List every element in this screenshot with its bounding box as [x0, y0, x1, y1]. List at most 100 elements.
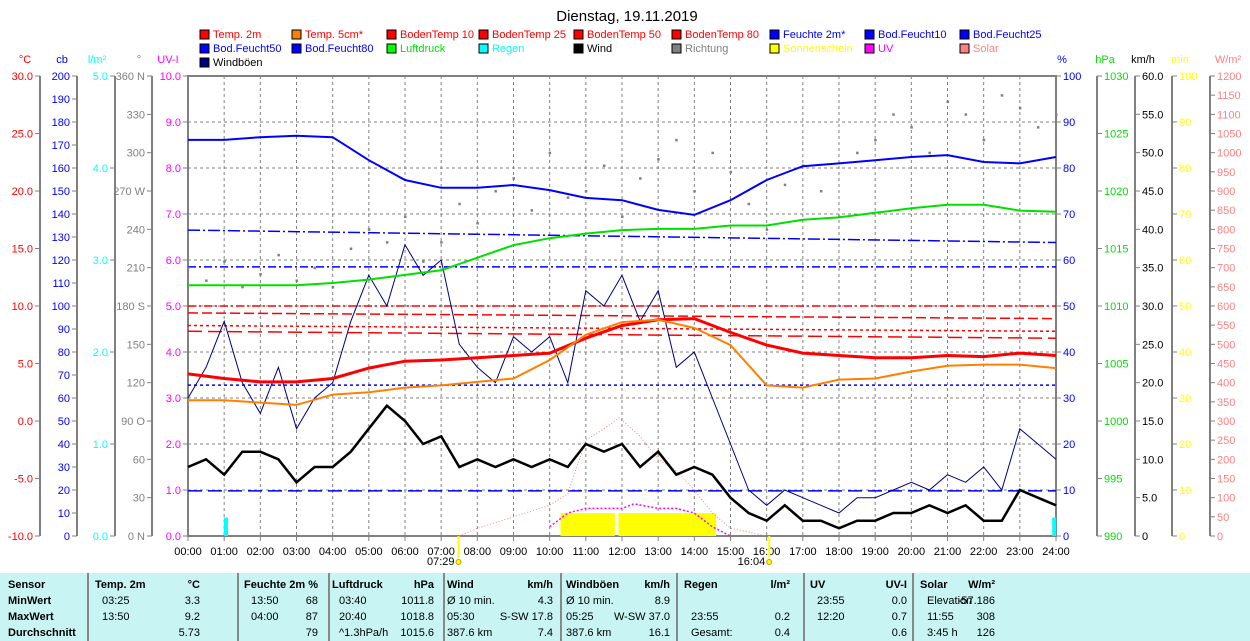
axis-tick-label: 1020	[1104, 186, 1128, 198]
axis-tick-label: 270 W	[113, 186, 145, 198]
axis-tick-label: 3.0	[166, 393, 181, 405]
axis-tick-label: 20	[1063, 439, 1075, 451]
x-axis: 00:00 01:00 02:00 03:00 04:00 05:00 06:00 07:00…	[174, 536, 1070, 568]
direction-dot	[367, 228, 371, 231]
direction-dot	[856, 151, 859, 155]
axis-unit-solar: W/m²	[1215, 54, 1242, 66]
table-header: Luftdruck	[332, 579, 383, 591]
table-row-label: MaxWert	[8, 611, 54, 623]
legend-swatch	[291, 29, 302, 40]
direction-dot	[440, 241, 443, 244]
axis-tick-label: 0	[1179, 531, 1185, 543]
axis-tick-label: 80	[1179, 163, 1191, 175]
axis-unit-hum: %	[1057, 54, 1067, 66]
x-tick-label: 03:00	[283, 546, 311, 558]
direction-dot	[982, 138, 986, 142]
axis-tick-label: 10.0	[160, 71, 181, 83]
x-tick-label: 01:00	[210, 546, 238, 558]
axis-tick-label: 1025	[1104, 129, 1128, 141]
direction-dot	[928, 151, 931, 155]
axis-tick-label: 300	[1217, 416, 1235, 428]
direction-dot	[1036, 126, 1040, 129]
table-separator	[237, 573, 239, 641]
axis-tick-label: 400	[1217, 378, 1235, 390]
axis-tick-label: 30	[133, 493, 145, 505]
table-cell-time: Ø 10 min.	[566, 595, 614, 607]
table-cell-value: 1015.6	[400, 627, 434, 639]
axis-tick-label: 60.0	[1142, 71, 1163, 83]
axis-tick-label: 995	[1104, 474, 1122, 486]
x-tick-label: 06:00	[391, 546, 419, 558]
axis-tick-label: 20.0	[12, 186, 33, 198]
axis-tick-label: 0 N	[128, 531, 145, 543]
axis-tick-label: 45.0	[1142, 186, 1163, 198]
direction-dot	[566, 196, 570, 199]
axis-tick-label: 7.0	[166, 209, 181, 221]
axis-tick-label: 250	[1217, 435, 1235, 447]
x-tick-label: 00:00	[174, 546, 202, 558]
axis-tick-label: 20	[1179, 439, 1191, 451]
axis-tick-label: 60	[58, 393, 70, 405]
axis-tick-label: 30	[58, 462, 70, 474]
axis-tick-label: 30	[1063, 393, 1075, 405]
statistics-table: Sensor MinWert MaxWert Durchschnitt Temp. 2m…	[0, 573, 1250, 641]
axis-tick-label: 70	[1179, 209, 1191, 221]
axis-tick-label: 0	[1142, 531, 1148, 543]
table-separator	[87, 573, 89, 641]
axis-tick-label: 1010	[1104, 301, 1128, 313]
direction-dot	[711, 151, 714, 155]
legend-label: Windböen	[213, 57, 263, 69]
axis-tick-label: 5.0	[1142, 493, 1157, 505]
axis-tick-label: 100	[52, 301, 70, 313]
direction-dot	[783, 183, 787, 187]
axis-tick-label: 10.0	[12, 301, 33, 313]
axis-tick-label: 40	[58, 439, 70, 451]
axis-tick-label: 1000	[1217, 148, 1241, 160]
table-cell-value: 9.2	[184, 611, 200, 623]
axis-tick-label: 0.0	[18, 416, 33, 428]
axis-tick-label: 0	[1063, 531, 1069, 543]
legend-label: BodenTemp 50	[587, 29, 661, 41]
table-separator	[560, 573, 562, 641]
x-tick-label: 11:00	[572, 546, 599, 558]
axis-tick-label: -10.0	[8, 531, 33, 543]
axis-tick-label: 210	[127, 263, 145, 275]
axis-tick-label: 330	[127, 109, 145, 121]
table-cell-value: 1011.8	[401, 595, 434, 607]
x-tick-label: 12:00	[608, 546, 636, 558]
legend-swatch	[478, 43, 489, 54]
table-header-unit: km/h	[527, 579, 553, 591]
legend-label: Solar	[973, 43, 999, 55]
legend-label: Wind	[587, 43, 612, 55]
direction-dot	[621, 215, 624, 219]
axis-tick-label: 25.0	[12, 129, 33, 141]
legend-label: Bod.Feucht50	[213, 43, 282, 55]
axis-tick-label: 1200	[1217, 71, 1241, 83]
axis-tick-label: 0.0	[93, 531, 108, 543]
table-header: Wind	[447, 579, 474, 591]
axis-tick-label: 50.0	[1142, 148, 1163, 160]
axis-tick-label: 10	[1179, 485, 1191, 497]
axis-tick-label: 8.0	[166, 163, 181, 175]
axis-tick-label: 100	[1217, 493, 1235, 505]
axis-tick-label: 4.0	[93, 163, 108, 175]
axis-tick-label: 90	[1063, 117, 1075, 129]
sunrise-time: 07:29	[427, 556, 455, 568]
legend-label: Richtung	[685, 43, 728, 55]
axis-tick-label: 360 N	[116, 71, 145, 83]
x-tick-label: 19:00	[861, 546, 889, 558]
x-tick-label: 02:00	[247, 546, 275, 558]
axis-tick-label: 200	[52, 71, 70, 83]
table-cell-value: 5.73	[178, 627, 200, 639]
sunshine-bar	[560, 513, 615, 536]
axis-tick-label: 5.0	[18, 359, 33, 371]
direction-dot	[1000, 94, 1004, 97]
table-header: Regen	[684, 579, 718, 591]
axis-tick-label: 190	[52, 94, 70, 106]
x-tick-label: 05:00	[355, 546, 383, 558]
axis-tick-label: 15.0	[1142, 416, 1163, 428]
table-cell-value: 126	[976, 627, 995, 639]
axis-tick-label: 110	[52, 278, 70, 290]
table-cell-time: 13:50	[102, 611, 130, 623]
direction-dot	[494, 190, 497, 193]
